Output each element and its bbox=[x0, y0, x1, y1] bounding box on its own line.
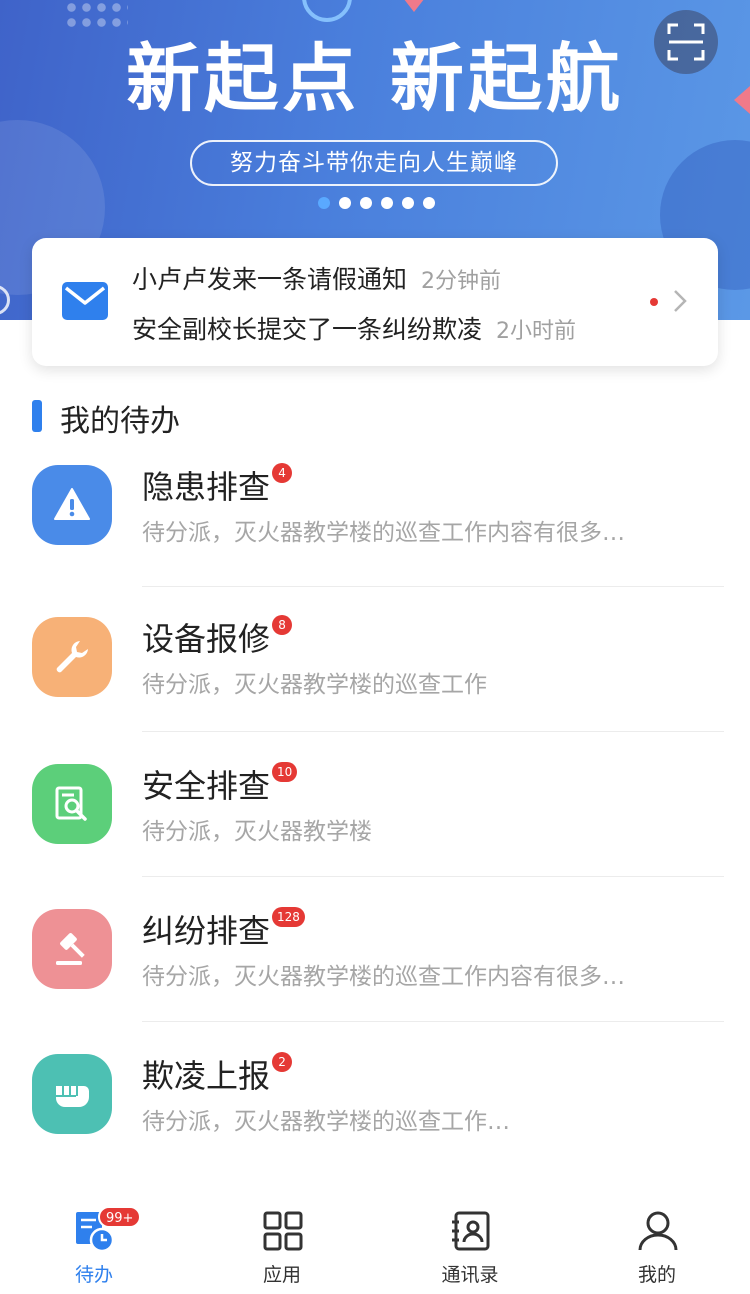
tab-label: 应用 bbox=[262, 1264, 301, 1286]
notification-time: 2小时前 bbox=[496, 319, 577, 344]
scan-icon bbox=[667, 23, 705, 61]
banner-title: 新起点 新起航 bbox=[126, 36, 624, 122]
count-badge: 10 bbox=[272, 762, 298, 782]
carousel-dot[interactable] bbox=[360, 197, 372, 209]
todo-title: 欺凌上报 bbox=[142, 1057, 271, 1095]
todo-icon-tile bbox=[32, 1054, 112, 1134]
document-search-icon bbox=[55, 786, 87, 821]
warning-icon bbox=[54, 488, 90, 520]
divider bbox=[142, 1021, 724, 1022]
todo-description: 待分派，灭火器教学楼的巡查工作… bbox=[142, 1109, 510, 1135]
todo-item[interactable]: 纠纷排查 128 待分派，灭火器教学楼的巡查工作内容有很多… bbox=[0, 907, 750, 1055]
unread-dot bbox=[650, 298, 658, 306]
todo-description: 待分派，灭火器教学楼的巡查工作内容有很多… bbox=[142, 964, 625, 990]
fist-icon bbox=[56, 1086, 89, 1107]
gavel-icon bbox=[56, 933, 85, 965]
contacts-book-icon bbox=[452, 1211, 490, 1251]
carousel-dot[interactable] bbox=[381, 197, 393, 209]
notification-text: 安全副校长提交了一条纠纷欺凌 bbox=[132, 315, 483, 344]
section-accent-bar bbox=[32, 400, 42, 432]
carousel-dot[interactable] bbox=[402, 197, 414, 209]
tab-label: 通讯录 bbox=[441, 1264, 499, 1286]
person-icon bbox=[638, 1211, 678, 1251]
divider bbox=[142, 586, 724, 587]
tab-badge: 99+ bbox=[98, 1206, 142, 1228]
todo-title: 设备报修 bbox=[142, 620, 271, 658]
tab-todo[interactable]: 99+ 待办 bbox=[0, 1196, 188, 1294]
todo-title-row: 设备报修 8 bbox=[142, 615, 293, 661]
todo-title-row: 欺凌上报 2 bbox=[142, 1052, 293, 1098]
todo-icon-tile bbox=[32, 465, 112, 545]
notification-time: 2分钟前 bbox=[421, 269, 502, 294]
todo-item[interactable]: 隐患排查 4 待分派，灭火器教学楼的巡查工作内容有很多… bbox=[0, 463, 750, 611]
banner-decoration bbox=[400, 0, 428, 12]
carousel-dot[interactable] bbox=[339, 197, 351, 209]
todo-title: 纠纷排查 bbox=[142, 912, 271, 950]
banner-decoration bbox=[64, 0, 128, 30]
divider bbox=[142, 731, 724, 732]
count-badge: 128 bbox=[272, 907, 305, 927]
todo-icon-tile bbox=[32, 617, 112, 697]
divider bbox=[142, 876, 724, 877]
todo-item[interactable]: 欺凌上报 2 待分派，灭火器教学楼的巡查工作… bbox=[0, 1052, 750, 1200]
section-title: 我的待办 bbox=[60, 404, 180, 439]
notification-card[interactable]: 小卢卢发来一条请假通知 2分钟前 安全副校长提交了一条纠纷欺凌 2小时前 bbox=[32, 238, 718, 366]
todo-title-row: 安全排查 10 bbox=[142, 762, 298, 808]
banner-decoration bbox=[302, 0, 352, 22]
tab-mine[interactable]: 我的 bbox=[563, 1196, 750, 1294]
todo-title-row: 纠纷排查 128 bbox=[142, 907, 305, 953]
todo-description: 待分派，灭火器教学楼的巡查工作 bbox=[142, 672, 487, 698]
todo-description: 待分派，灭火器教学楼的巡查工作内容有很多… bbox=[142, 520, 625, 546]
todo-title: 安全排查 bbox=[142, 767, 271, 805]
carousel-indicator bbox=[318, 197, 435, 209]
todo-description: 待分派，灭火器教学楼 bbox=[142, 819, 372, 845]
tab-label: 待办 bbox=[74, 1264, 113, 1286]
chevron-right-icon[interactable] bbox=[672, 288, 688, 314]
tab-contacts[interactable]: 通讯录 bbox=[376, 1196, 564, 1294]
notification-text: 小卢卢发来一条请假通知 bbox=[132, 265, 408, 294]
count-badge: 8 bbox=[272, 615, 293, 635]
scan-button[interactable] bbox=[654, 10, 718, 74]
wrench-icon bbox=[56, 641, 88, 673]
notification-item[interactable]: 小卢卢发来一条请假通知 2分钟前 bbox=[132, 260, 501, 296]
count-badge: 2 bbox=[272, 1052, 293, 1072]
todo-icon-tile bbox=[32, 909, 112, 989]
todo-icon-tile bbox=[32, 764, 112, 844]
todo-title-row: 隐患排查 4 bbox=[142, 463, 293, 509]
carousel-dot[interactable] bbox=[423, 197, 435, 209]
carousel-dot[interactable] bbox=[318, 197, 330, 209]
notification-item[interactable]: 安全副校长提交了一条纠纷欺凌 2小时前 bbox=[132, 310, 576, 346]
grid-apps-icon bbox=[263, 1211, 303, 1251]
todo-item[interactable]: 设备报修 8 待分派，灭火器教学楼的巡查工作 bbox=[0, 615, 750, 763]
bottom-tab-bar: 99+ 待办 应用 通讯录 我的 bbox=[0, 1196, 750, 1294]
mail-icon bbox=[62, 282, 108, 320]
tab-apps[interactable]: 应用 bbox=[188, 1196, 376, 1294]
app-screen: 新起点 新起航 努力奋斗带你走向人生巅峰 小卢卢发来一条请假通知 2分钟前 安全副 bbox=[0, 0, 750, 1294]
todo-item[interactable]: 安全排查 10 待分派，灭火器教学楼 bbox=[0, 762, 750, 910]
tab-label: 我的 bbox=[637, 1264, 676, 1286]
banner-slogan: 努力奋斗带你走向人生巅峰 bbox=[190, 140, 558, 186]
todo-title: 隐患排查 bbox=[142, 468, 271, 506]
count-badge: 4 bbox=[272, 463, 293, 483]
